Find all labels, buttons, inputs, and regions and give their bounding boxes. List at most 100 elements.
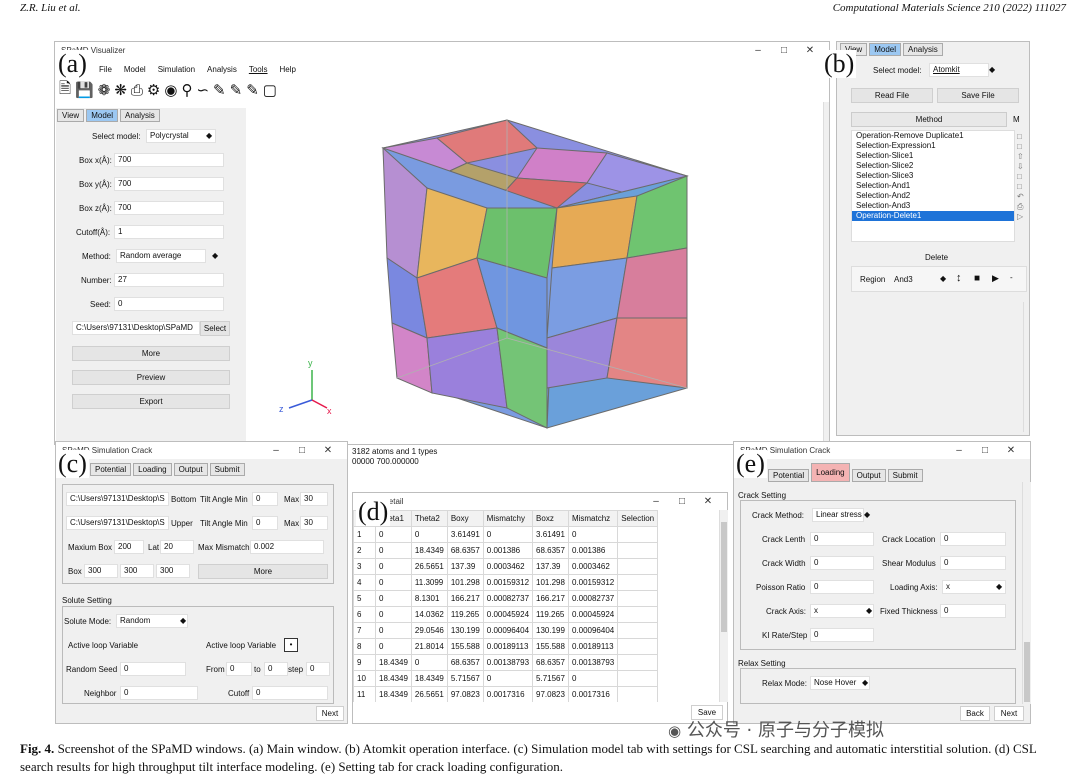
from-input[interactable]: 0 — [226, 662, 252, 676]
delete-button[interactable]: Delete — [925, 253, 948, 262]
list-item[interactable]: Selection-And1 — [852, 181, 1014, 191]
selection-cell[interactable] — [617, 638, 659, 655]
tab-loading[interactable]: Loading — [811, 463, 850, 482]
selection-cell[interactable] — [617, 654, 659, 671]
upper-path-input[interactable]: C:\Users\97131\Desktop\S — [66, 516, 169, 530]
list-item[interactable]: Selection-Expression1 — [852, 141, 1014, 151]
list-item-selected[interactable]: Operation-Delete1 — [852, 211, 1014, 221]
3d-viewport[interactable]: y x z — [247, 108, 823, 442]
minimize-button[interactable]: – — [643, 496, 669, 507]
max-box-input[interactable]: 200 — [114, 540, 144, 554]
tab-output[interactable]: Output — [173, 463, 208, 476]
table-row[interactable]: 11 18.4349 26.5651 97.0823 0.0017316 97.0823 0… — [353, 686, 659, 702]
crack-width-input[interactable]: 0 — [810, 556, 874, 570]
tab-view[interactable]: View — [57, 109, 85, 122]
step-input[interactable]: 0 — [306, 662, 330, 676]
mismatch-input[interactable]: 0.002 — [250, 540, 324, 554]
ki-rate-input[interactable]: 0 — [810, 628, 874, 642]
bonds-icon[interactable]: ❋ — [114, 81, 127, 99]
selection-cell[interactable] — [617, 670, 659, 687]
tab-model[interactable]: Model — [86, 109, 118, 122]
shear-modulus-input[interactable]: 0 — [940, 556, 1006, 570]
crack-length-input[interactable]: 0 — [810, 532, 874, 546]
search-icon[interactable]: ⚲ — [181, 81, 192, 99]
random-seed-input[interactable]: 0 — [120, 662, 186, 676]
box-x-input[interactable]: 700 — [114, 153, 224, 167]
close-button[interactable]: ✕ — [797, 45, 823, 56]
minimize-button[interactable]: – — [263, 445, 289, 456]
crack-location-input[interactable]: 0 — [940, 532, 1006, 546]
box1-input[interactable]: 300 — [84, 564, 118, 578]
plot-icon[interactable]: ∽ — [196, 81, 209, 99]
selection-cell[interactable] — [617, 526, 659, 543]
minimize-button[interactable]: – — [745, 45, 771, 56]
column-header[interactable]: Mismatchy — [482, 510, 534, 527]
menu-model[interactable]: Model — [124, 65, 146, 79]
tilt-min-input[interactable]: 0 — [252, 492, 278, 506]
selection-cell[interactable] — [617, 558, 659, 575]
back-button[interactable]: Back — [960, 706, 990, 721]
maximize-button[interactable]: □ — [771, 45, 797, 56]
minimize-button[interactable]: – — [946, 445, 972, 456]
table-row[interactable]: 6 0 14.0362 119.265 0.00045924 119.265 0.00045… — [353, 606, 659, 623]
active-loop-checkbox[interactable]: • — [284, 638, 298, 652]
atomkit-tab-model[interactable]: Model — [869, 43, 901, 56]
brush-icon[interactable]: ✎ — [213, 81, 226, 99]
menu-help[interactable]: Help — [280, 65, 296, 79]
max-input[interactable]: 30 — [300, 492, 328, 506]
method-dropdown[interactable]: Random average — [116, 249, 206, 263]
box-z-input[interactable]: 700 — [114, 201, 224, 215]
read-file-button[interactable]: Read File — [851, 88, 933, 103]
table-row[interactable]: 2 0 18.4349 68.6357 0.001386 68.6357 0.001386 — [353, 542, 659, 559]
path-input[interactable]: C:\Users\97131\Desktop\SPaMD — [72, 321, 200, 335]
maximize-button[interactable]: □ — [289, 445, 315, 456]
run-icon[interactable]: ▶ — [992, 273, 999, 284]
brush2-icon[interactable]: ✎ — [230, 81, 243, 99]
camera-icon[interactable]: ◉ — [164, 81, 177, 99]
number-input[interactable]: 27 — [114, 273, 224, 287]
neighbor-input[interactable]: 0 — [120, 686, 198, 700]
list-item[interactable]: Selection-Slice1 — [852, 151, 1014, 161]
menu-simulation[interactable]: Simulation — [158, 65, 195, 79]
selection-cell[interactable] — [617, 574, 659, 591]
box2-input[interactable]: 300 — [120, 564, 154, 578]
select-button[interactable]: Select — [200, 321, 230, 336]
copy-icon[interactable]: □ — [1017, 142, 1027, 152]
table-row[interactable]: 8 0 21.8014 155.588 0.00189113 155.588 0.00189… — [353, 638, 659, 655]
tab-potential[interactable]: Potential — [90, 463, 132, 476]
list-item[interactable]: Selection-Slice3 — [852, 171, 1014, 181]
list-item[interactable]: Selection-Slice2 — [852, 161, 1014, 171]
down-icon[interactable]: ⇩ — [1017, 162, 1027, 172]
save-file-button[interactable]: Save File — [937, 88, 1019, 103]
save-icon[interactable]: 💾 — [75, 81, 94, 99]
more-button[interactable]: More — [72, 346, 230, 361]
up-icon[interactable]: ⇧ — [1017, 152, 1027, 162]
tab-loading[interactable]: Loading — [133, 463, 172, 476]
table-row[interactable]: 10 18.4349 18.4349 5.71567 0 5.71567 0 — [353, 670, 659, 687]
play-icon[interactable]: ▷ — [1017, 212, 1027, 222]
print-icon[interactable]: ⎙ — [131, 82, 143, 99]
atomkit-tab-analysis[interactable]: Analysis — [903, 43, 943, 56]
open-icon[interactable]: 🗎 — [59, 78, 71, 103]
table-row[interactable]: 1 0 0 3.61491 0 3.61491 0 — [353, 526, 659, 543]
poisson-input[interactable]: 0 — [810, 580, 874, 594]
tab-submit[interactable]: Submit — [887, 469, 923, 482]
max-input-2[interactable]: 30 — [300, 516, 328, 530]
list-item[interactable]: Selection-And2 — [852, 191, 1014, 201]
column-header[interactable]: Theta2 — [410, 510, 448, 527]
remove-icon[interactable]: - — [1010, 273, 1013, 282]
crack-e-scrollbar[interactable] — [1022, 482, 1031, 704]
bottom-path-input[interactable]: C:\Users\97131\Desktop\S — [66, 492, 169, 506]
tilt-min-input-2[interactable]: 0 — [252, 516, 278, 530]
table-row[interactable]: 7 0 29.0546 130.199 0.00096404 130.199 0.00096… — [353, 622, 659, 639]
upper-button[interactable]: Upper — [171, 519, 193, 528]
table-row[interactable]: 9 18.4349 0 68.6357 0.00138793 68.6357 0.00138… — [353, 654, 659, 671]
box-y-input[interactable]: 700 — [114, 177, 224, 191]
box3-input[interactable]: 300 — [156, 564, 190, 578]
column-header[interactable]: Selection — [617, 510, 659, 527]
crack-method-dropdown[interactable]: Linear stress — [812, 508, 864, 522]
column-header[interactable]: Boxy — [446, 510, 484, 527]
atomkit-scrollbar[interactable] — [1023, 302, 1029, 432]
preview-button[interactable]: Preview — [72, 370, 230, 385]
relax-mode-dropdown[interactable]: Nose Hover — [810, 676, 870, 690]
